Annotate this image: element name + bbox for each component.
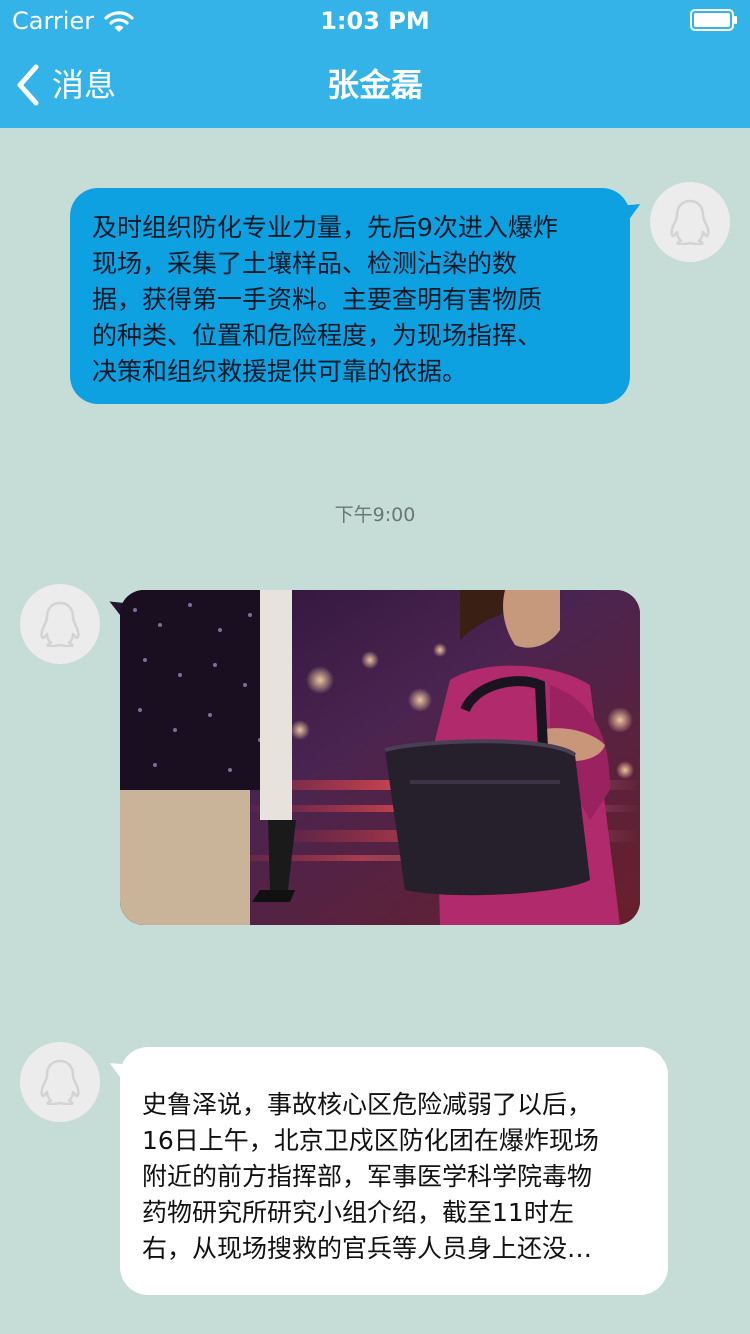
message-text: 史鲁泽说，事故核心区危险减弱了以后， 16日上午，北京卫戍区防化团在爆炸现场 附…: [142, 1090, 599, 1263]
navigation-header: Carrier 1:03 PM 消息 张金磊: [0, 0, 750, 128]
photo-woman-with-handbag: [120, 590, 640, 925]
qq-penguin-icon: [40, 1059, 80, 1105]
avatar[interactable]: [650, 182, 730, 262]
back-button[interactable]: 消息: [14, 60, 116, 110]
message-timestamp: 下午9:00: [334, 504, 416, 526]
avatar[interactable]: [20, 584, 100, 664]
image-message[interactable]: [120, 590, 640, 925]
chevron-left-icon: [17, 64, 39, 106]
qq-penguin-icon: [40, 601, 80, 647]
avatar[interactable]: [20, 1042, 100, 1122]
message-bubble-outgoing[interactable]: 及时组织防化专业力量，先后9次进入爆炸 现场，采集了土壤样品、检测沾染的数 据，…: [70, 188, 630, 404]
message-text: 及时组织防化专业力量，先后9次进入爆炸 现场，采集了土壤样品、检测沾染的数 据，…: [92, 213, 558, 386]
status-time: 1:03 PM: [320, 7, 430, 35]
qq-penguin-icon: [670, 199, 710, 245]
message-bubble-incoming[interactable]: 史鲁泽说，事故核心区危险减弱了以后， 16日上午，北京卫戍区防化团在爆炸现场 附…: [120, 1047, 668, 1295]
battery-icon: [690, 9, 737, 31]
back-label: 消息: [52, 66, 117, 104]
